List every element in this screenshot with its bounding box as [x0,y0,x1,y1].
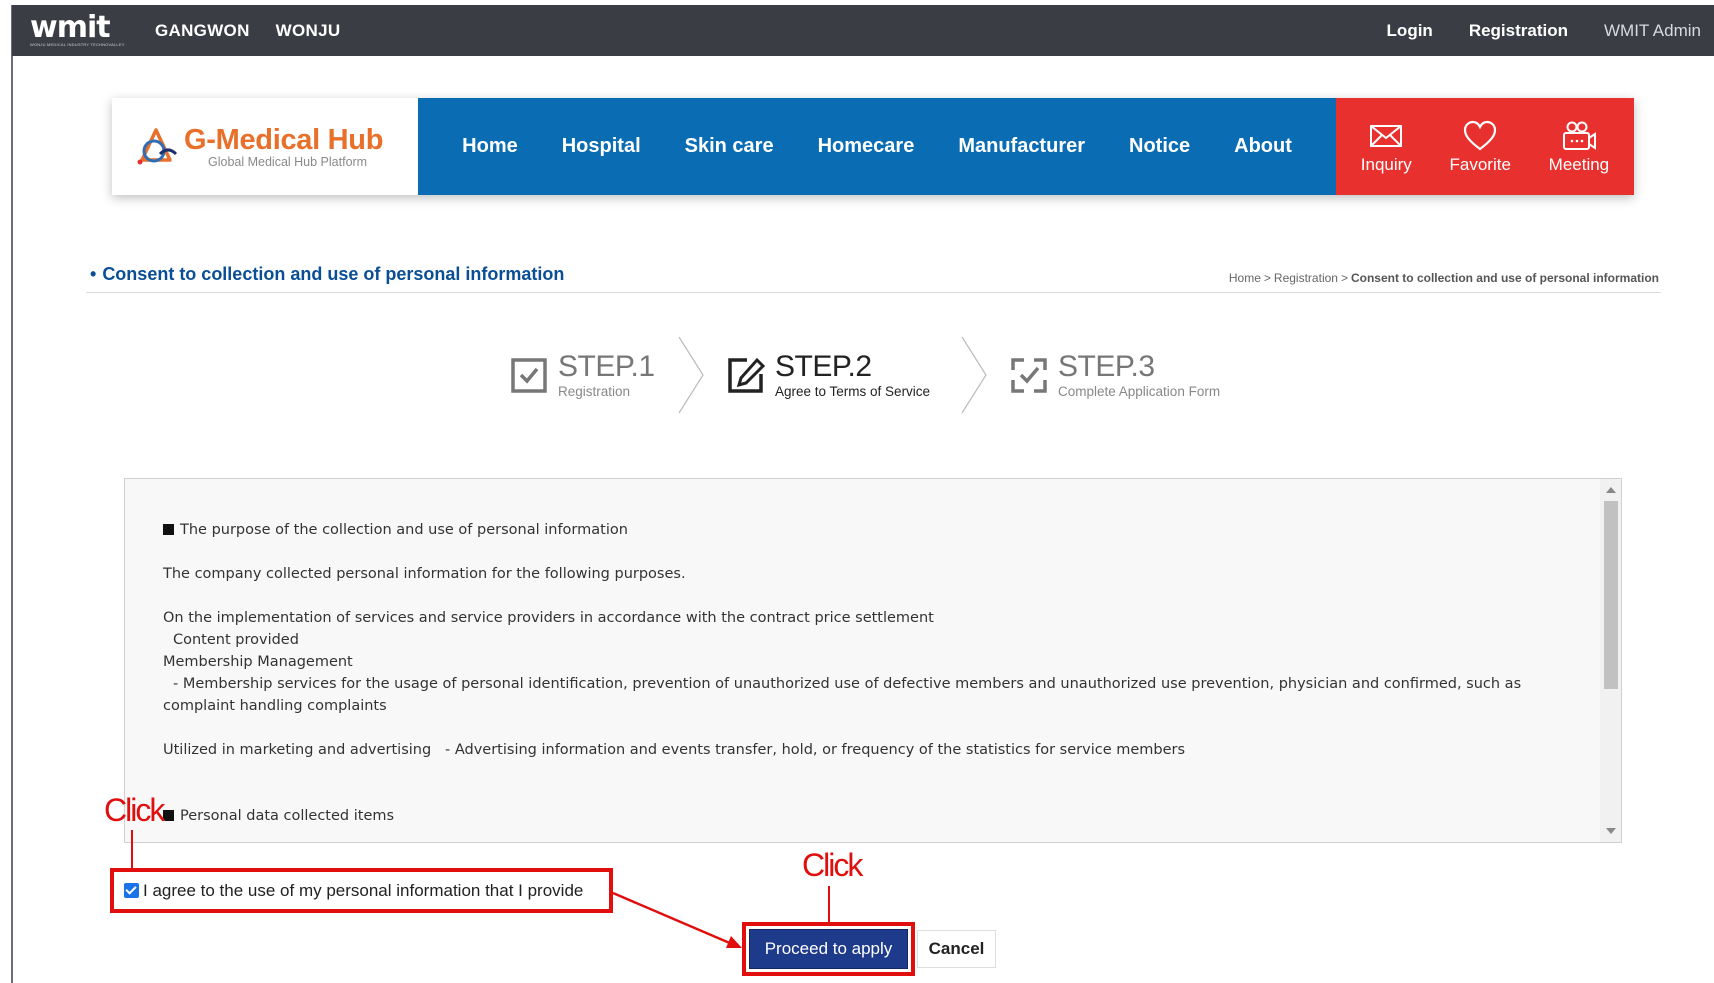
g-medical-logo-icon [134,124,180,170]
main-header: G-Medical Hub Global Medical Hub Platfor… [112,98,1634,195]
step-1-label: Registration [558,384,631,399]
meeting-button[interactable]: Meeting [1549,119,1609,175]
wmit-logo-word: wmit [30,9,111,45]
terms-line: Membership Management [163,654,353,670]
nav-item-manufacturer[interactable]: Manufacturer [958,135,1085,158]
nav-item-skin-care[interactable]: Skin care [685,135,774,158]
site-logo[interactable]: G-Medical Hub Global Medical Hub Platfor… [112,98,419,195]
page-title-text: Consent to collection and use of persona… [102,264,565,284]
cancel-button[interactable]: Cancel [917,930,996,968]
nav-item-notice[interactable]: Notice [1129,135,1190,158]
step-1-title: STEP.1 [558,350,655,383]
favorite-label: Favorite [1449,154,1511,174]
brand-name: G-Medical Hub [184,123,384,156]
inquiry-label: Inquiry [1360,154,1412,174]
top-bar: wmit WONJU MEDICAL INDUSTRY TECHNOVALLEY… [12,5,1714,56]
terms-line: On the implementation of services and se… [163,610,934,626]
nav-item-about[interactable]: About [1234,135,1292,158]
page-title: • Consent to collection and use of person… [90,264,564,285]
checkbox-icon [511,358,547,393]
terms-heading-purpose: The purpose of the collection and use of… [163,519,1563,541]
click-annotation-proceed: Click [802,847,863,883]
square-bullet-icon [163,524,174,535]
terms-scrollbar[interactable] [1600,479,1621,842]
mail-icon [1370,124,1403,147]
heart-icon [1464,120,1497,150]
proceed-highlight: Proceed to apply [742,922,915,976]
inquiry-button[interactable]: Inquiry [1361,119,1412,175]
page-frame [11,5,13,983]
checklist-icon [1011,358,1047,393]
meeting-label: Meeting [1548,154,1610,174]
breadcrumb-separator: > [1263,271,1271,285]
header-actions: Inquiry Favorite Meeting [1335,98,1634,195]
main-nav: Home Hospital Skin care Homecare Manufac… [418,98,1336,195]
annotation-leader-line [828,886,830,924]
brand-subtitle: Global Medical Hub Platform [208,154,368,169]
step-divider-chevron [961,336,987,414]
scrollbar-thumb[interactable] [1604,501,1618,689]
click-annotation-checkbox: Click [104,792,165,828]
breadcrumb: Home > Registration > Consent to collection … [1229,271,1659,285]
breadcrumb-current: Consent to collection and use of persona… [1350,271,1659,285]
step-1: STEP.1 Registration [510,335,655,415]
step-2-title: STEP.2 [775,350,872,383]
agree-checkbox[interactable] [124,883,139,898]
scroll-up-icon[interactable] [1606,487,1616,493]
terms-line: Utilized in marketing and advertising - … [163,742,1186,758]
terms-textarea[interactable]: The purpose of the collection and use of… [124,478,1622,843]
nav-item-hospital[interactable]: Hospital [562,135,641,158]
terms-heading-items: Personal data collected items [163,805,1563,827]
favorite-button[interactable]: Favorite [1450,119,1511,175]
terms-line: The company collected personal informati… [163,566,686,582]
agree-checkbox-row[interactable]: I agree to the use of my personal inform… [110,868,613,913]
nav-item-home[interactable]: Home [462,135,518,158]
agree-label[interactable]: I agree to the use of my personal inform… [143,881,583,901]
terms-line: - Membership services for the usage of p… [163,676,1522,714]
wmit-logo[interactable]: wmit WONJU MEDICAL INDUSTRY TECHNOVALLEY [30,9,125,47]
nav-item-homecare[interactable]: Homecare [818,135,915,158]
terms-line: Content provided [173,632,299,648]
title-bullet: • [90,264,97,284]
step-2: STEP.2 Agree to Terms of Service [727,335,930,415]
breadcrumb-separator: > [1340,271,1348,285]
breadcrumb-registration[interactable]: Registration [1274,271,1338,285]
video-meeting-icon [1562,121,1596,150]
admin-link[interactable]: WMIT Admin [1604,21,1714,41]
proceed-to-apply-button[interactable]: Proceed to apply [749,929,908,969]
step-divider-chevron [678,336,704,414]
login-link[interactable]: Login [1387,21,1433,41]
square-bullet-icon [163,810,174,821]
wmit-logo-tagline: WONJU MEDICAL INDUSTRY TECHNOVALLEY [30,41,125,47]
step-3-title: STEP.3 [1058,350,1155,383]
annotation-leader-line [131,830,133,870]
region-link-wonju[interactable]: WONJU [276,21,341,41]
step-3: STEP.3 Complete Application Form [1010,335,1220,415]
title-row: • Consent to collection and use of person… [86,258,1661,293]
scroll-down-icon[interactable] [1606,828,1616,834]
breadcrumb-home[interactable]: Home [1229,271,1261,285]
edit-icon [728,357,765,393]
step-indicator: STEP.1 Registration STEP.2 Agree to Term… [510,335,1270,415]
step-3-label: Complete Application Form [1058,384,1221,399]
step-2-label: Agree to Terms of Service [775,384,931,399]
region-link-gangwon[interactable]: GANGWON [155,21,250,41]
registration-link[interactable]: Registration [1469,21,1568,41]
